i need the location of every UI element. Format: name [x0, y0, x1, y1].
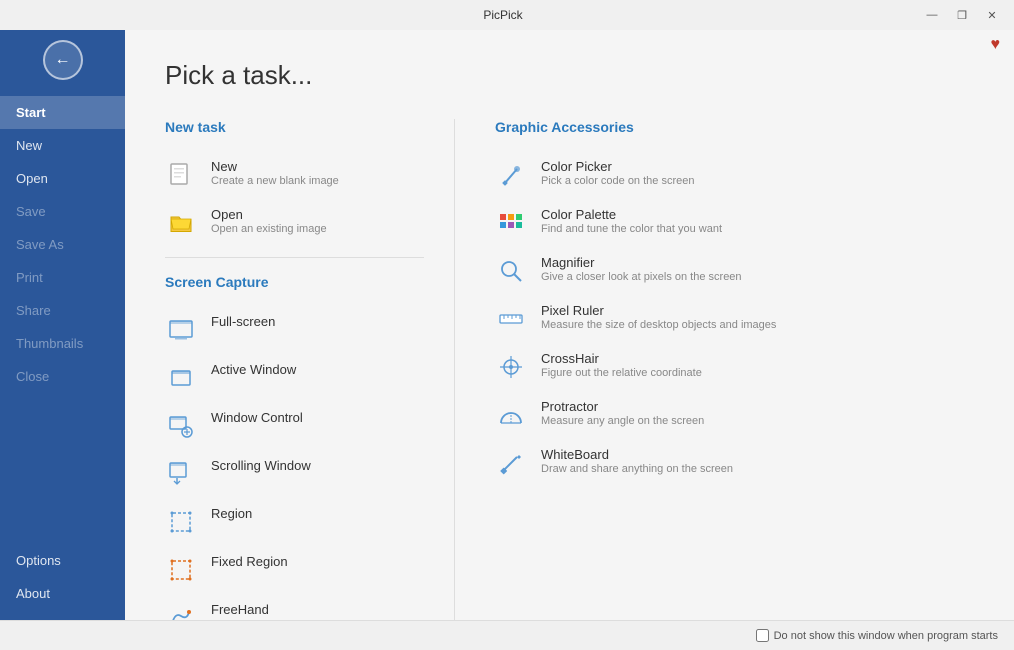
- freehand-label: FreeHand: [211, 602, 269, 617]
- scrolling-window-label: Scrolling Window: [211, 458, 311, 473]
- window-control-label: Window Control: [211, 410, 303, 425]
- task-columns: New task New Create a new blank image: [165, 119, 974, 620]
- new-image-desc: Create a new blank image: [211, 175, 339, 187]
- pixel-ruler-label: Pixel Ruler: [541, 303, 776, 318]
- back-button[interactable]: ←: [43, 40, 83, 80]
- whiteboard-icon: [495, 447, 527, 479]
- sidebar-item-print: Print: [0, 261, 125, 294]
- task-pixel-ruler[interactable]: Pixel Ruler Measure the size of desktop …: [495, 295, 974, 343]
- task-region[interactable]: Region: [165, 498, 424, 546]
- task-open-image[interactable]: Open Open an existing image: [165, 199, 424, 247]
- page-title: Pick a task...: [165, 60, 974, 91]
- sidebar: ← Start New Open Save Save As Print Shar…: [0, 30, 125, 620]
- color-palette-icon: [495, 207, 527, 239]
- fixed-region-label: Fixed Region: [211, 554, 288, 569]
- task-crosshair[interactable]: CrossHair Figure out the relative coordi…: [495, 343, 974, 391]
- task-window-control[interactable]: Window Control: [165, 402, 424, 450]
- pixel-ruler-desc: Measure the size of desktop objects and …: [541, 319, 776, 331]
- scrolling-window-icon: [165, 458, 197, 490]
- task-freehand[interactable]: FreeHand: [165, 594, 424, 620]
- sidebar-item-save-as: Save As: [0, 228, 125, 261]
- color-picker-icon: [495, 159, 527, 191]
- open-image-desc: Open an existing image: [211, 223, 327, 235]
- magnifier-desc: Give a closer look at pixels on the scre…: [541, 271, 742, 283]
- sidebar-item-start[interactable]: Start: [0, 96, 125, 129]
- maximize-button[interactable]: ❐: [948, 5, 976, 25]
- magnifier-label: Magnifier: [541, 255, 742, 270]
- sidebar-item-save: Save: [0, 195, 125, 228]
- magnifier-icon: [495, 255, 527, 287]
- protractor-label: Protractor: [541, 399, 704, 414]
- task-whiteboard[interactable]: WhiteBoard Draw and share anything on th…: [495, 439, 974, 487]
- color-picker-label: Color Picker: [541, 159, 694, 174]
- open-image-icon: [165, 207, 197, 239]
- new-image-icon: [165, 159, 197, 191]
- task-fixed-region[interactable]: Fixed Region: [165, 546, 424, 594]
- left-column: New task New Create a new blank image: [165, 119, 455, 620]
- new-image-label: New: [211, 159, 339, 174]
- active-window-icon: [165, 362, 197, 394]
- color-palette-label: Color Palette: [541, 207, 722, 222]
- section-divider: [165, 257, 424, 258]
- whiteboard-label: WhiteBoard: [541, 447, 733, 462]
- sidebar-item-share: Share: [0, 294, 125, 327]
- fixed-region-icon: [165, 554, 197, 586]
- window-control-icon: [165, 410, 197, 442]
- task-magnifier[interactable]: Magnifier Give a closer look at pixels o…: [495, 247, 974, 295]
- whiteboard-desc: Draw and share anything on the screen: [541, 463, 733, 475]
- pixel-ruler-icon: [495, 303, 527, 335]
- fullscreen-icon: [165, 314, 197, 346]
- crosshair-icon: [495, 351, 527, 383]
- crosshair-desc: Figure out the relative coordinate: [541, 367, 702, 379]
- crosshair-label: CrossHair: [541, 351, 702, 366]
- app-title: PicPick: [88, 8, 918, 22]
- active-window-label: Active Window: [211, 362, 296, 377]
- no-show-checkbox-label[interactable]: Do not show this window when program sta…: [756, 629, 998, 642]
- no-show-label: Do not show this window when program sta…: [774, 630, 998, 642]
- protractor-desc: Measure any angle on the screen: [541, 415, 704, 427]
- content-area: ♥ Pick a task... New task: [125, 30, 1014, 620]
- minimize-button[interactable]: —: [918, 5, 946, 25]
- bottom-bar: Do not show this window when program sta…: [0, 620, 1014, 650]
- heart-icon: ♥: [991, 36, 1001, 54]
- freehand-icon: [165, 602, 197, 620]
- fullscreen-label: Full-screen: [211, 314, 275, 329]
- region-label: Region: [211, 506, 252, 521]
- no-show-checkbox[interactable]: [756, 629, 769, 642]
- protractor-icon: [495, 399, 527, 431]
- task-fullscreen[interactable]: Full-screen: [165, 306, 424, 354]
- color-palette-desc: Find and tune the color that you want: [541, 223, 722, 235]
- right-column: Graphic Accessories Color Picker Pick a …: [455, 119, 974, 620]
- task-color-picker[interactable]: Color Picker Pick a color code on the sc…: [495, 151, 974, 199]
- open-image-label: Open: [211, 207, 327, 222]
- task-protractor[interactable]: Protractor Measure any angle on the scre…: [495, 391, 974, 439]
- sidebar-item-open[interactable]: Open: [0, 162, 125, 195]
- window-controls: — ❐ ✕: [918, 5, 1006, 25]
- task-active-window[interactable]: Active Window: [165, 354, 424, 402]
- app-body: ← Start New Open Save Save As Print Shar…: [0, 30, 1014, 620]
- task-color-palette[interactable]: Color Palette Find and tune the color th…: [495, 199, 974, 247]
- sidebar-item-close: Close: [0, 360, 125, 393]
- sidebar-item-options[interactable]: Options: [0, 544, 125, 577]
- color-picker-desc: Pick a color code on the screen: [541, 175, 694, 187]
- sidebar-item-new[interactable]: New: [0, 129, 125, 162]
- task-scrolling-window[interactable]: Scrolling Window: [165, 450, 424, 498]
- region-icon: [165, 506, 197, 538]
- new-task-title: New task: [165, 119, 424, 135]
- graphic-accessories-title: Graphic Accessories: [495, 119, 974, 135]
- sidebar-item-about[interactable]: About: [0, 577, 125, 610]
- close-button[interactable]: ✕: [978, 5, 1006, 25]
- sidebar-item-thumbnails: Thumbnails: [0, 327, 125, 360]
- task-new-image[interactable]: New Create a new blank image: [165, 151, 424, 199]
- screen-capture-title: Screen Capture: [165, 274, 424, 290]
- titlebar: PicPick — ❐ ✕: [0, 0, 1014, 30]
